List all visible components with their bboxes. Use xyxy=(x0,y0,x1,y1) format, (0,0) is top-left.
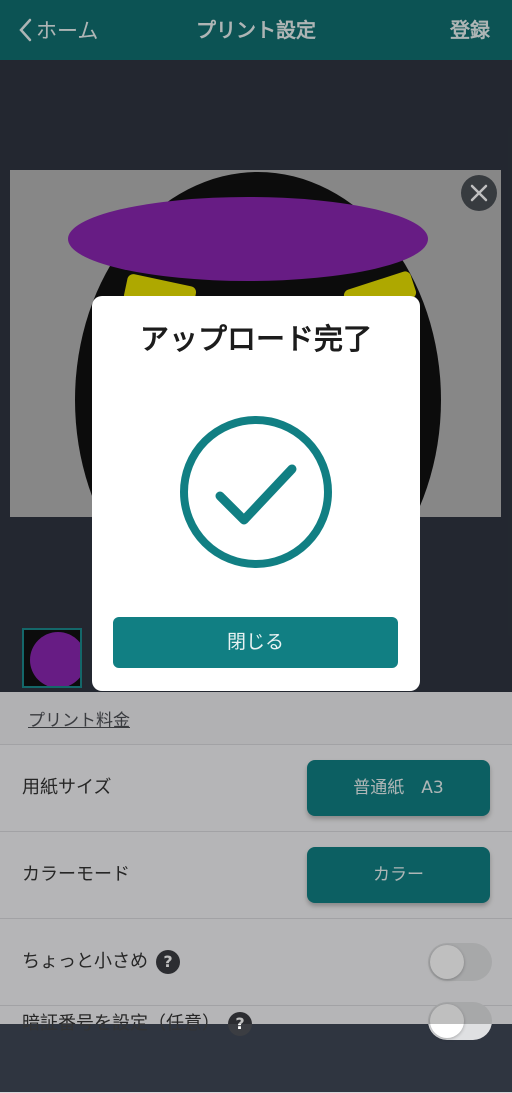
checkmark-circle-icon xyxy=(180,416,332,568)
close-button[interactable]: 閉じる xyxy=(113,617,398,668)
dialog-title: アップロード完了 xyxy=(139,322,372,356)
upload-complete-dialog: アップロード完了 閉じる xyxy=(92,296,420,691)
